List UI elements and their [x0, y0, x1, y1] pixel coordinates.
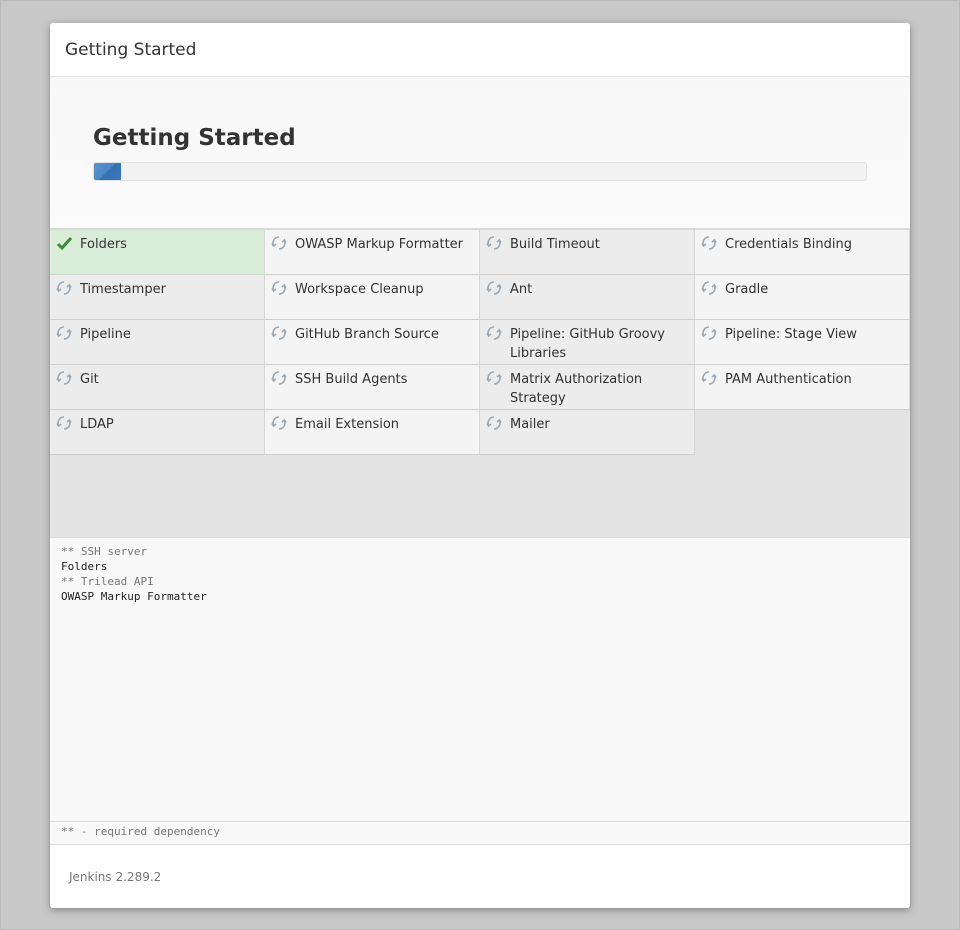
plugin-label: Pipeline [80, 327, 131, 342]
plugin-label: Credentials Binding [725, 237, 852, 252]
refresh-icon [55, 324, 73, 342]
setup-wizard-dialog: Getting Started Getting Started Folders O… [50, 23, 910, 908]
plugin-item: Workspace Cleanup [265, 275, 480, 320]
refresh-icon [270, 414, 288, 432]
refresh-icon [55, 369, 73, 387]
plugin-label: Gradle [725, 282, 769, 297]
refresh-icon [485, 279, 503, 297]
plugin-item: Email Extension [265, 410, 480, 455]
plugin-label: GitHub Branch Source [295, 327, 439, 342]
refresh-icon [700, 234, 718, 252]
log-line: Folders [61, 560, 108, 573]
refresh-icon [55, 279, 73, 297]
plugin-item: GitHub Branch Source [265, 320, 480, 365]
plugin-item: Build Timeout [480, 230, 695, 275]
plugin-label: Timestamper [80, 282, 166, 297]
plugin-label: Ant [510, 282, 533, 297]
log-line: ** Trilead API [61, 575, 154, 588]
plugin-item: SSH Build Agents [265, 365, 480, 410]
plugin-label: OWASP Markup Formatter [295, 237, 464, 252]
check-icon [55, 234, 73, 252]
refresh-icon [270, 369, 288, 387]
plugin-label: Pipeline: GitHub Groovy Libraries [510, 327, 665, 361]
refresh-icon [270, 279, 288, 297]
install-progress-fill [94, 163, 122, 180]
plugin-label: Git [80, 372, 99, 387]
plugin-item: Pipeline: GitHub Groovy Libraries [480, 320, 695, 365]
plugin-item: LDAP [50, 410, 265, 455]
refresh-icon [700, 369, 718, 387]
plugin-grid-area: Folders OWASP Markup Formatter Build Timeo… [50, 230, 910, 537]
plugin-item: Timestamper [50, 275, 265, 320]
modal-title: Getting Started [65, 39, 197, 60]
plugin-label: Pipeline: Stage View [725, 327, 857, 342]
plugin-label: SSH Build Agents [295, 372, 408, 387]
plugin-item: Folders [50, 230, 265, 275]
log-line: OWASP Markup Formatter [61, 590, 207, 603]
hero-section: Getting Started [50, 77, 910, 230]
plugin-item: Credentials Binding [695, 230, 910, 275]
plugin-item: Git [50, 365, 265, 410]
plugin-label: Folders [80, 237, 127, 252]
plugin-label: Build Timeout [510, 237, 600, 252]
install-progress-bar [93, 162, 867, 181]
refresh-icon [485, 369, 503, 387]
plugin-item: Mailer [480, 410, 695, 455]
refresh-icon [270, 234, 288, 252]
jenkins-version: Jenkins 2.289.2 [69, 869, 162, 884]
plugin-label: PAM Authentication [725, 372, 852, 387]
plugin-label: Mailer [510, 417, 550, 432]
refresh-icon [270, 324, 288, 342]
plugin-item: Pipeline: Stage View [695, 320, 910, 365]
refresh-icon [700, 279, 718, 297]
dependency-legend-text: ** - required dependency [61, 825, 220, 838]
refresh-icon [485, 324, 503, 342]
plugin-item: OWASP Markup Formatter [265, 230, 480, 275]
plugin-item: Ant [480, 275, 695, 320]
refresh-icon [700, 324, 718, 342]
plugin-item: Pipeline [50, 320, 265, 365]
plugin-label: Email Extension [295, 417, 400, 432]
modal-footer: Jenkins 2.289.2 [50, 845, 910, 908]
plugin-item: Matrix Authorization Strategy [480, 365, 695, 410]
refresh-icon [485, 414, 503, 432]
modal-header: Getting Started [50, 23, 910, 77]
plugin-item: Gradle [695, 275, 910, 320]
plugin-label: LDAP [80, 417, 114, 432]
refresh-icon [485, 234, 503, 252]
plugin-item: PAM Authentication [695, 365, 910, 410]
refresh-icon [55, 414, 73, 432]
page-title: Getting Started [93, 125, 296, 151]
dependency-legend: ** - required dependency [50, 821, 910, 845]
install-log: ** SSH server Folders ** Trilead API OWASP … [50, 537, 910, 821]
log-line: ** SSH server [61, 545, 148, 558]
plugin-label: Matrix Authorization Strategy [510, 372, 643, 406]
plugin-label: Workspace Cleanup [295, 282, 424, 297]
